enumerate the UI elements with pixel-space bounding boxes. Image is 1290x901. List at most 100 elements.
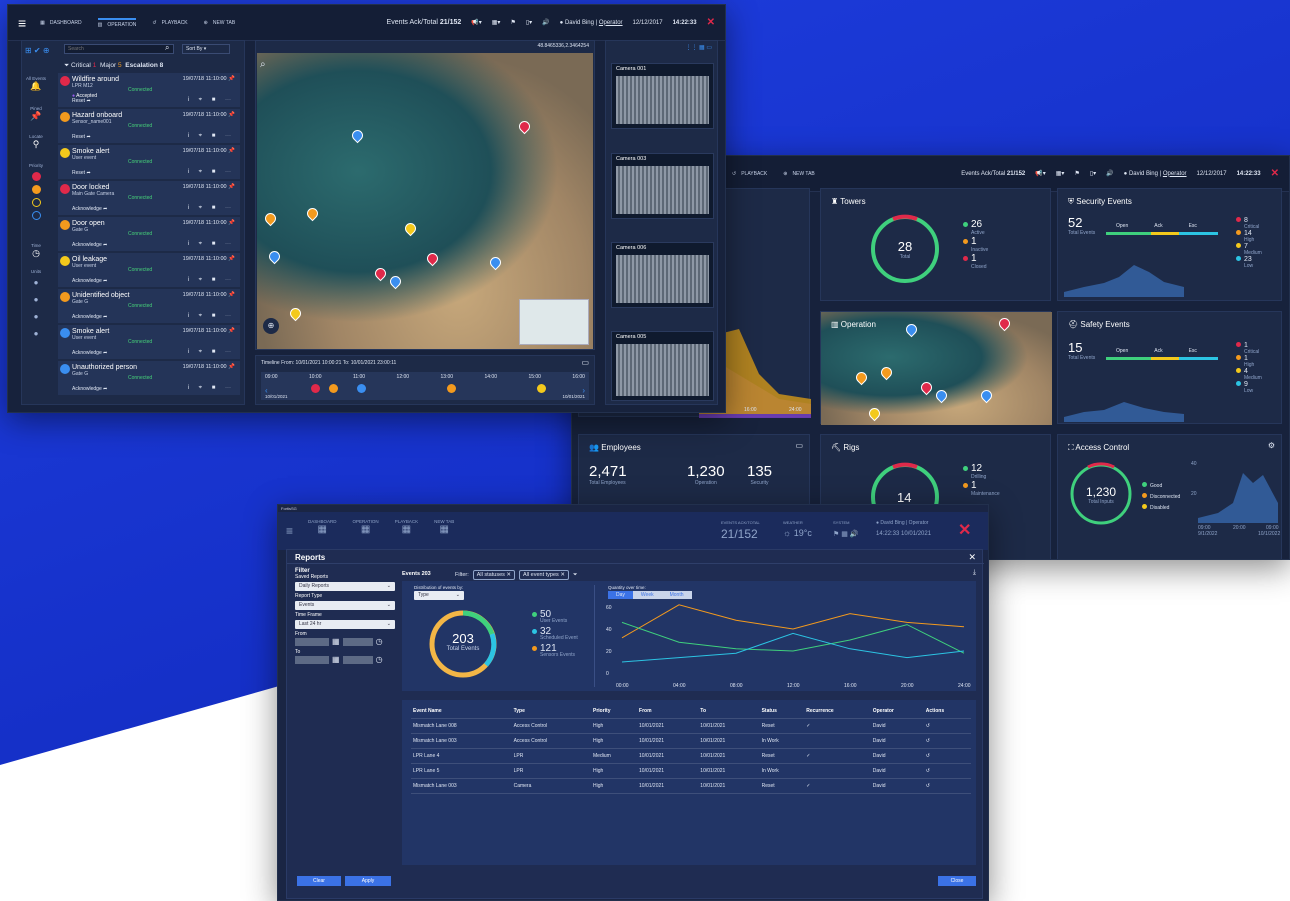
tab-month[interactable]: Month [661,591,692,599]
volume-icon[interactable]: 🔊 [1106,170,1113,177]
table-row[interactable]: Mismatch Lane 003 Access Control High 10/01… [411,733,971,749]
column-header[interactable]: Operator [870,704,924,719]
rail-time[interactable]: Time ◷ [24,243,48,259]
column-header[interactable]: Actions [923,704,971,719]
table-row[interactable]: Mismatch Lane 003 Camera High 10/01/2021 10/… [411,778,971,794]
event-tools[interactable]: i ⌖ ■ ⋯ [188,133,235,140]
table-cell[interactable]: ↺ [923,718,971,734]
event-item[interactable]: Hazard onboard 19/07/18 11:10:00 📌 Sensor_… [58,109,240,143]
camera-006[interactable]: Camera 006 [611,242,714,308]
nav-new-tab[interactable]: ⊕ NEW TAB [204,20,236,26]
event-tools[interactable]: i ⌖ ■ ⋯ [188,97,235,104]
megaphone-icon[interactable]: 📢▾ [471,19,481,26]
event-item[interactable]: Oil leakage 19/07/18 11:10:00 📌 User event… [58,253,240,287]
nav-operation[interactable]: ▥ OPERATION [97,17,137,28]
to-time[interactable] [342,655,373,664]
nav-operation[interactable]: OPERATION ▦ [353,519,379,535]
to-date[interactable] [295,655,329,664]
table-row[interactable]: LPR Lane 5 LPR High 10/01/2021 10/01/2021 In … [411,763,971,779]
filter-icon[interactable]: ⏷ [573,572,577,579]
camera-003[interactable]: Camera 003 [611,153,714,219]
rail-pined[interactable]: Pined 📌 [24,106,48,122]
rail-locate[interactable]: Locate ⚲ [24,134,48,150]
close-button[interactable]: Close [938,876,976,886]
operation-card[interactable]: ▥ Operation [820,311,1052,425]
grid-icon[interactable]: ▦▾ [492,19,501,26]
close-icon[interactable]: ✕ [968,552,976,563]
event-item[interactable]: Door locked 19/07/18 11:10:00 📌 Main Gate … [58,181,240,215]
event-tools[interactable]: i ⌖ ■ ⋯ [188,349,235,356]
nav-new-tab[interactable]: ⊕ NEW TAB [783,171,815,177]
from-time[interactable] [342,637,373,646]
event-action[interactable]: Acknowledge ➦ [72,278,107,284]
event-action[interactable]: Acknowledge ➦ [72,350,107,356]
camera-001[interactable]: Camera 001 [611,63,714,129]
event-action[interactable]: Reset ➦ [72,98,91,104]
table-cell[interactable]: ↺ [923,748,971,764]
nav-playback[interactable]: ↺ PLAYBACK [732,171,767,177]
nav-new-tab[interactable]: NEW TAB ▦ [434,519,454,535]
event-item[interactable]: Unidentified object 19/07/18 11:10:00 📌 Ga… [58,289,240,323]
event-item[interactable]: Smoke alert 19/07/18 11:10:00 📌 User event… [58,145,240,179]
apply-button[interactable]: Apply [345,876,391,886]
satellite-map[interactable]: ⌕ ⊕ [257,53,593,349]
table-cell[interactable]: ↺ [923,778,971,794]
table-cell[interactable]: ↺ [923,763,971,779]
rail-all-events[interactable]: All Events 🔔 [24,76,48,92]
event-tools[interactable]: i ⌖ ■ ⋯ [188,205,235,212]
status-chip[interactable]: All statuses ✕ [472,570,516,580]
event-item[interactable]: Door open 19/07/18 11:10:00 📌 Gate G Connec… [58,217,240,251]
period-tabs[interactable]: Day Week Month [608,591,692,599]
event-item[interactable]: Wildfire around 19/07/18 11:10:00 📌 LPR M1… [58,73,240,107]
camera-layout-icons[interactable]: ⋮⋮ ▦ ▭ [685,44,712,51]
menu-icon[interactable]: ≡ [18,15,26,31]
column-header[interactable]: Type [511,704,591,719]
nav-playback[interactable]: ↺ PLAYBACK [152,20,187,26]
event-item[interactable]: Unauthorized person 19/07/18 11:10:00 📌 Ga… [58,361,240,395]
event-tools[interactable]: i ⌖ ■ ⋯ [188,313,235,320]
event-action[interactable]: Acknowledge ➦ [72,206,107,212]
gear-icon[interactable]: ⚙ [1268,441,1275,450]
user-name[interactable]: ● David Bing | Operator [560,20,623,26]
menu-icon[interactable]: ≡ [286,524,293,538]
window-icon[interactable]: ▭ [795,441,803,450]
volume-icon[interactable]: 🔊 [542,19,549,26]
search-icon[interactable]: ⌕ [165,43,169,53]
column-header[interactable]: Event Name [411,704,512,719]
window-icon[interactable]: ▭ [581,358,589,367]
nav-playback[interactable]: PLAYBACK ▦ [395,519,418,535]
nav-dashboard[interactable]: ▦ DASHBOARD [40,20,81,26]
event-tools[interactable]: i ⌖ ■ ⋯ [188,241,235,248]
event-action[interactable]: Reset ➦ [72,134,91,140]
nav-dashboard[interactable]: DASHBOARD ▦ [308,519,337,535]
minimap[interactable] [519,299,589,345]
user-name[interactable]: ● David Bing | Operator [1124,171,1187,177]
event-tools[interactable]: i ⌖ ■ ⋯ [188,169,235,176]
megaphone-icon[interactable]: 📢▾ [1035,170,1045,177]
report-type-select[interactable]: Events ⌄ [295,601,395,610]
rail-priority[interactable]: Priority [24,163,48,224]
table-row[interactable]: Mismatch Lane 008 Access Control High 10/01… [411,718,971,734]
table-row[interactable]: LPR Lane 4 LPR Medium 10/01/2021 10/01/2021 R… [411,748,971,764]
column-header[interactable]: To [698,704,760,719]
column-header[interactable]: Status [759,704,805,719]
column-header[interactable]: From [637,704,699,719]
event-tools[interactable]: i ⌖ ■ ⋯ [188,277,235,284]
column-header[interactable]: Recurrence [804,704,871,719]
from-date[interactable] [295,637,329,646]
clear-button[interactable]: Clear [297,876,341,886]
event-action[interactable]: Acknowledge ➦ [72,386,107,392]
grid-icon[interactable]: ▦▾ [1056,170,1065,177]
user-name[interactable]: ● David Bing | Operator [876,520,928,526]
event-item[interactable]: Smoke alert 19/07/18 11:10:00 📌 User event… [58,325,240,359]
camera-005[interactable]: Camera 005 [611,331,714,401]
event-action[interactable]: Reset ➦ [72,170,91,176]
sort-select[interactable]: Sort By ▾ [182,44,230,54]
event-action[interactable]: Acknowledge ➦ [72,242,107,248]
event-action[interactable]: Acknowledge ➦ [72,314,107,320]
rail-units[interactable]: Units ● ● ● ● [24,269,48,342]
table-cell[interactable]: ↺ [923,733,971,749]
saved-reports-select[interactable]: Daily Reports ⌄ [295,582,395,591]
flag-icon[interactable]: ⚑ [1074,170,1079,177]
flag-icon[interactable]: ⚑ [510,19,515,26]
